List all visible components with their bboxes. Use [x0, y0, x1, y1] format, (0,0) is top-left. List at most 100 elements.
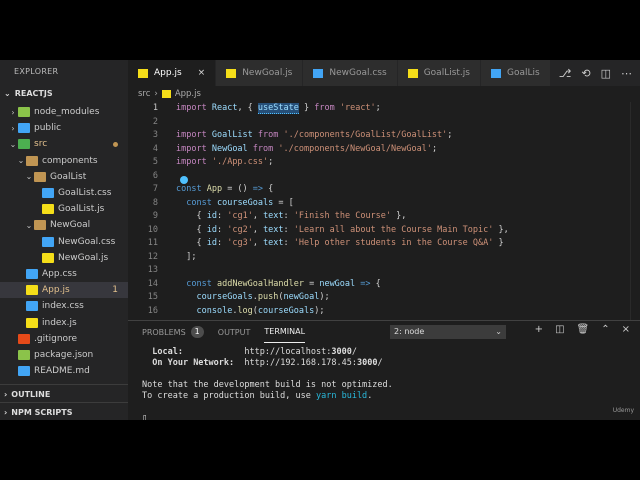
- code-line[interactable]: 14 const addNewGoalHandler = newGoal => …: [128, 278, 640, 292]
- new-terminal-icon[interactable]: +: [535, 324, 543, 335]
- code-line[interactable]: 1 import React, { useState } from 'react'…: [128, 102, 640, 116]
- js-icon: [26, 285, 38, 296]
- tree-item-label: index.css: [42, 301, 84, 312]
- code-line[interactable]: 15 courseGoals.push(newGoal);: [128, 291, 640, 305]
- js-file-icon: [161, 90, 171, 98]
- tree-item-label: package.json: [34, 349, 94, 360]
- editor-tab[interactable]: NewGoal.css: [303, 60, 398, 86]
- css-icon: [42, 188, 54, 199]
- editor-tab[interactable]: GoalList.js: [397, 60, 481, 86]
- lightbulb-icon[interactable]: [180, 176, 188, 184]
- tree-item-label: App.js: [42, 285, 70, 296]
- tab-problems[interactable]: PROBLEMS 1: [142, 321, 204, 343]
- tree-item-label: components: [42, 155, 98, 166]
- folder-blue-icon: [18, 123, 30, 134]
- open-changes-icon[interactable]: ⟲: [581, 67, 590, 80]
- terminal-line: ▯: [142, 413, 148, 420]
- terminal-line: Local: http://localhost:3000/: [152, 347, 357, 357]
- code-line[interactable]: 9 { id: 'cg1', text: 'Finish the Course'…: [128, 210, 640, 224]
- code-line[interactable]: 16 console.log(courseGoals);: [128, 305, 640, 319]
- tree-item[interactable]: NewGoal.js: [0, 250, 128, 266]
- breadcrumb-folder[interactable]: src: [138, 89, 150, 99]
- close-icon[interactable]: ×: [198, 68, 206, 78]
- line-number: 3: [152, 130, 158, 140]
- code-editor[interactable]: 1 import React, { useState } from 'react'…: [128, 102, 640, 320]
- chevron-icon: ⌄: [9, 139, 17, 149]
- code-text: import NewGoal from './components/NewGoa…: [176, 143, 438, 154]
- tree-item[interactable]: ⌄ NewGoal: [0, 217, 128, 233]
- vscode-window: EXPLORER ⌄ REACTJS › node_modules › public ⌄…: [0, 60, 640, 420]
- editor-scrollbar[interactable]: [630, 102, 640, 320]
- breadcrumb-separator: ›: [154, 89, 158, 99]
- more-actions-icon[interactable]: ⋯: [621, 67, 632, 80]
- code-line[interactable]: 10 { id: 'cg2', text: 'Learn all about t…: [128, 224, 640, 238]
- code-line[interactable]: 11 { id: 'cg3', text: 'Help other studen…: [128, 237, 640, 251]
- terminal-select[interactable]: 2: node ⌄: [390, 325, 506, 339]
- md-icon: [18, 366, 30, 377]
- tab-terminal[interactable]: TERMINAL: [264, 321, 306, 343]
- editor-tab[interactable]: NewGoal.js: [216, 60, 304, 86]
- tree-item[interactable]: ⌄ components: [0, 153, 128, 169]
- code-line[interactable]: 4 import NewGoal from './components/NewGo…: [128, 143, 640, 157]
- code-line[interactable]: 3 import GoalList from './components/Goal…: [128, 129, 640, 143]
- tree-item[interactable]: › public: [0, 120, 128, 136]
- npm-scripts-section-header[interactable]: › NPM SCRIPTS: [0, 402, 128, 420]
- code-line[interactable]: 12 ];: [128, 251, 640, 265]
- editor-tab[interactable]: GoalLis: [480, 60, 551, 86]
- tree-item[interactable]: App.js 1: [0, 282, 128, 299]
- code-line[interactable]: 5 import './App.css';: [128, 156, 640, 170]
- terminal-line: To create a production build, use yarn b…: [142, 391, 373, 401]
- problems-count-badge: 1: [190, 326, 204, 338]
- code-line[interactable]: 13: [128, 264, 640, 278]
- project-section-header[interactable]: ⌄ REACTJS: [0, 84, 128, 104]
- tree-item[interactable]: › node_modules: [0, 104, 128, 120]
- tree-item[interactable]: package.json: [0, 347, 128, 363]
- folder-green-icon: [18, 107, 30, 118]
- git-icon: [18, 333, 30, 344]
- tree-item-label: index.js: [42, 317, 77, 328]
- tab-output[interactable]: OUTPUT: [218, 321, 251, 343]
- tree-item[interactable]: .gitignore: [0, 331, 128, 347]
- css-icon: [42, 236, 54, 247]
- tree-item-label: README.md: [34, 366, 90, 377]
- tree-item[interactable]: App.css: [0, 266, 128, 282]
- outline-section-header[interactable]: › OUTLINE: [0, 384, 128, 404]
- breadcrumb-file[interactable]: App.js: [175, 89, 201, 99]
- tree-item[interactable]: GoalList.js: [0, 201, 128, 217]
- line-number: 4: [152, 143, 158, 154]
- maximize-panel-icon[interactable]: ⌃: [601, 324, 609, 335]
- trash-icon[interactable]: 🗑: [577, 324, 590, 335]
- line-number: 9: [152, 211, 158, 221]
- tree-item[interactable]: NewGoal.css: [0, 234, 128, 250]
- modified-dot: [113, 141, 118, 147]
- editor-tab[interactable]: App.js ×: [128, 60, 217, 86]
- line-number: 15: [147, 292, 158, 302]
- code-line[interactable]: 6: [128, 170, 640, 184]
- tree-item-label: public: [34, 123, 62, 134]
- tree-item[interactable]: ⌄ src: [0, 136, 128, 152]
- tree-item[interactable]: index.js: [0, 314, 128, 330]
- css-icon: [26, 268, 38, 279]
- chevron-icon: ›: [11, 123, 15, 133]
- split-terminal-icon[interactable]: ◫: [555, 324, 564, 335]
- tree-item[interactable]: README.md: [0, 363, 128, 379]
- terminal-output[interactable]: Local: http://localhost:3000/ On Your Ne…: [142, 347, 393, 420]
- chevron-icon: ⌄: [25, 220, 33, 230]
- tree-item[interactable]: index.css: [0, 298, 128, 314]
- tree-item[interactable]: GoalList.css: [0, 185, 128, 201]
- split-editor-icon[interactable]: ◫: [601, 67, 611, 80]
- editor-tab-bar: App.js × NewGoal.js NewGoal.css GoalList.js G…: [128, 60, 640, 86]
- chevron-icon: ⌄: [25, 172, 33, 182]
- tree-item-label: GoalList.css: [58, 188, 112, 199]
- code-line[interactable]: 7 const App = () => {: [128, 183, 640, 197]
- js-icon: [26, 317, 38, 328]
- js-icon: [42, 204, 54, 215]
- file-tree: › node_modules › public ⌄ src ⌄ components ⌄ Goal…: [0, 104, 128, 379]
- close-icon[interactable]: ×: [622, 324, 630, 335]
- tree-item[interactable]: ⌄ GoalList: [0, 169, 128, 185]
- code-line[interactable]: 8 const courseGoals = [: [128, 197, 640, 211]
- code-line[interactable]: 2: [128, 116, 640, 130]
- git-compare-icon[interactable]: ⎇: [559, 67, 572, 80]
